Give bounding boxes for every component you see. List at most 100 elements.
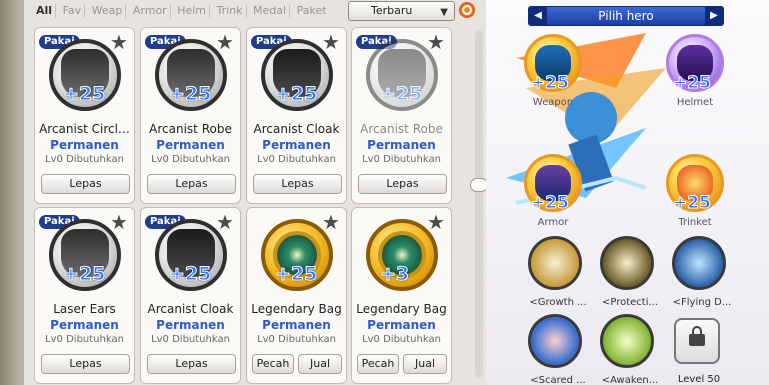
equip-slot-armor[interactable]: +25 Armor: [524, 154, 582, 228]
locked-slot: Level 50: [674, 318, 720, 385]
medal-awaken[interactable]: <Awaken...: [600, 314, 658, 385]
favorite-star-icon[interactable]: ★: [426, 212, 446, 232]
lock-icon: [689, 326, 705, 346]
next-hero-button[interactable]: ▶: [705, 7, 723, 25]
slot-label: Armor: [537, 217, 569, 228]
item-card[interactable]: Pakai ★ +25 Arcanist Robe Permanen Lv0 Dibutu…: [351, 27, 452, 204]
equip-slot-helmet[interactable]: +25 Helmet: [666, 34, 724, 108]
laser-ears-icon: +25: [49, 219, 121, 291]
slot-label: Helmet: [676, 97, 714, 108]
item-name: Arcanist Robe: [360, 122, 443, 136]
unequip-button[interactable]: Lepas: [41, 354, 130, 374]
item-duration: Permanen: [367, 138, 436, 152]
medal-flying[interactable]: <Flying D...: [672, 236, 731, 308]
category-tabs: All Fav Weap Armor Helm Trink Medal Pake…: [36, 4, 330, 22]
item-duration: Permanen: [262, 318, 331, 332]
game-inventory-screen: All Fav Weap Armor Helm Trink Medal Pake…: [0, 0, 769, 385]
tab-paket[interactable]: Paket: [294, 4, 330, 18]
arcanist-robe-icon: +25: [155, 39, 227, 111]
locked-slot-label: Level 50: [677, 374, 721, 385]
item-level-requirement: Lv0 Dibutuhkan: [362, 334, 441, 345]
equip-slot-weapon[interactable]: +25 Weapon: [524, 34, 582, 108]
medal-growth[interactable]: <Growth ...: [528, 236, 587, 308]
sell-button[interactable]: Jual: [403, 354, 447, 374]
equip-slot-trinket[interactable]: +25 Trinket: [666, 154, 724, 228]
item-level-requirement: Lv0 Dibutuhkan: [45, 154, 124, 165]
item-name: Laser Ears: [53, 302, 116, 316]
hero-selector[interactable]: ◀ Pilih hero ▶: [528, 6, 724, 26]
item-card[interactable]: Pakai ★ +25 Laser Ears Permanen Lv0 Dibutuhka…: [34, 207, 135, 384]
favorite-star-icon[interactable]: ★: [321, 32, 341, 52]
favorite-star-icon[interactable]: ★: [215, 212, 235, 232]
tab-weap[interactable]: Weap: [89, 4, 127, 18]
item-card[interactable]: Pakai ★ +25 Arcanist Circl… Permanen Lv0 Dibu…: [34, 27, 135, 204]
scrollbar[interactable]: [470, 30, 488, 378]
unequip-button[interactable]: Lepas: [41, 174, 130, 194]
unequip-button[interactable]: Lepas: [358, 174, 447, 194]
item-level-requirement: Lv0 Dibutuhkan: [45, 334, 124, 345]
medal-scared[interactable]: <Scared ...: [528, 314, 586, 385]
item-level-requirement: Lv0 Dibutuhkan: [151, 154, 230, 165]
chevron-down-icon: ▼: [440, 7, 448, 18]
search-icon[interactable]: [459, 2, 475, 18]
slot-label: Trinket: [678, 217, 712, 228]
slot-plus: +25: [531, 193, 570, 214]
enhancement-level: +25: [168, 263, 212, 286]
arcanist-robe-icon: +25: [366, 39, 438, 111]
medal-label: <Growth ...: [529, 297, 587, 308]
slot-plus: +25: [673, 73, 712, 94]
legendary-bag-icon: +3: [366, 219, 438, 291]
arcanist-cloak-icon: +25: [155, 219, 227, 291]
enhancement-level: +25: [274, 263, 318, 286]
medal-protection[interactable]: <Protecti...: [600, 236, 658, 308]
medal-label: <Flying D...: [672, 297, 732, 308]
item-name: Arcanist Robe: [149, 122, 232, 136]
item-duration: Permanen: [156, 138, 225, 152]
item-duration: Permanen: [50, 138, 119, 152]
unequip-button[interactable]: Lepas: [253, 174, 342, 194]
tab-helm[interactable]: Helm: [174, 4, 211, 18]
arcanist-cloak-icon: +25: [261, 39, 333, 111]
tab-all[interactable]: All: [36, 4, 57, 18]
item-name: Arcanist Cloak: [253, 122, 340, 136]
item-card[interactable]: ★ +3 Legendary Bag Permanen Lv0 Dibutuhkan Pe…: [351, 207, 452, 384]
tab-medal[interactable]: Medal: [250, 4, 291, 18]
item-level-requirement: Lv0 Dibutuhkan: [362, 154, 441, 165]
unequip-button[interactable]: Lepas: [147, 174, 236, 194]
prev-hero-button[interactable]: ◀: [529, 7, 547, 25]
enhancement-level: +25: [62, 263, 106, 286]
item-card[interactable]: ★ +25 Legendary Bag Permanen Lv0 Dibutuhkan P…: [246, 207, 347, 384]
favorite-star-icon[interactable]: ★: [109, 212, 129, 232]
item-name: Arcanist Cloak: [147, 302, 234, 316]
favorite-star-icon[interactable]: ★: [426, 32, 446, 52]
tab-trink[interactable]: Trink: [214, 4, 247, 18]
item-card[interactable]: Pakai ★ +25 Arcanist Cloak Permanen Lv0 Dibut…: [246, 27, 347, 204]
item-card[interactable]: Pakai ★ +25 Arcanist Robe Permanen Lv0 Dibutu…: [140, 27, 241, 204]
item-name: Legendary Bag: [356, 302, 447, 316]
tab-armor[interactable]: Armor: [130, 4, 171, 18]
sort-label: Terbaru: [371, 4, 413, 17]
enhancement-level: +25: [274, 83, 318, 106]
unequip-button[interactable]: Lepas: [147, 354, 236, 374]
medal-label: <Scared ...: [530, 375, 586, 385]
item-level-requirement: Lv0 Dibutuhkan: [257, 154, 336, 165]
enhancement-level: +3: [379, 263, 410, 286]
disassemble-button[interactable]: Pecah: [357, 354, 399, 374]
slot-label: Weapon: [532, 97, 574, 108]
item-name: Legendary Bag: [251, 302, 342, 316]
hero-equipment-panel: ◀ Pilih hero ▶ +25 Weapon +25 Helmet +25…: [486, 0, 769, 385]
tab-fav[interactable]: Fav: [60, 4, 86, 18]
item-name: Arcanist Circl…: [39, 122, 130, 136]
inventory-panel: All Fav Weap Armor Helm Trink Medal Pake…: [22, 0, 488, 385]
favorite-star-icon[interactable]: ★: [321, 212, 341, 232]
slot-plus: +25: [673, 193, 712, 214]
sell-button[interactable]: Jual: [298, 354, 342, 374]
item-card[interactable]: Pakai ★ +25 Arcanist Cloak Permanen Lv0 Dibut…: [140, 207, 241, 384]
arcanist-circlet-icon: +25: [49, 39, 121, 111]
favorite-star-icon[interactable]: ★: [109, 32, 129, 52]
sort-dropdown[interactable]: Terbaru ▼: [348, 1, 455, 21]
favorite-star-icon[interactable]: ★: [215, 32, 235, 52]
disassemble-button[interactable]: Pecah: [252, 354, 294, 374]
item-duration: Permanen: [50, 318, 119, 332]
legendary-bag-icon: +25: [261, 219, 333, 291]
